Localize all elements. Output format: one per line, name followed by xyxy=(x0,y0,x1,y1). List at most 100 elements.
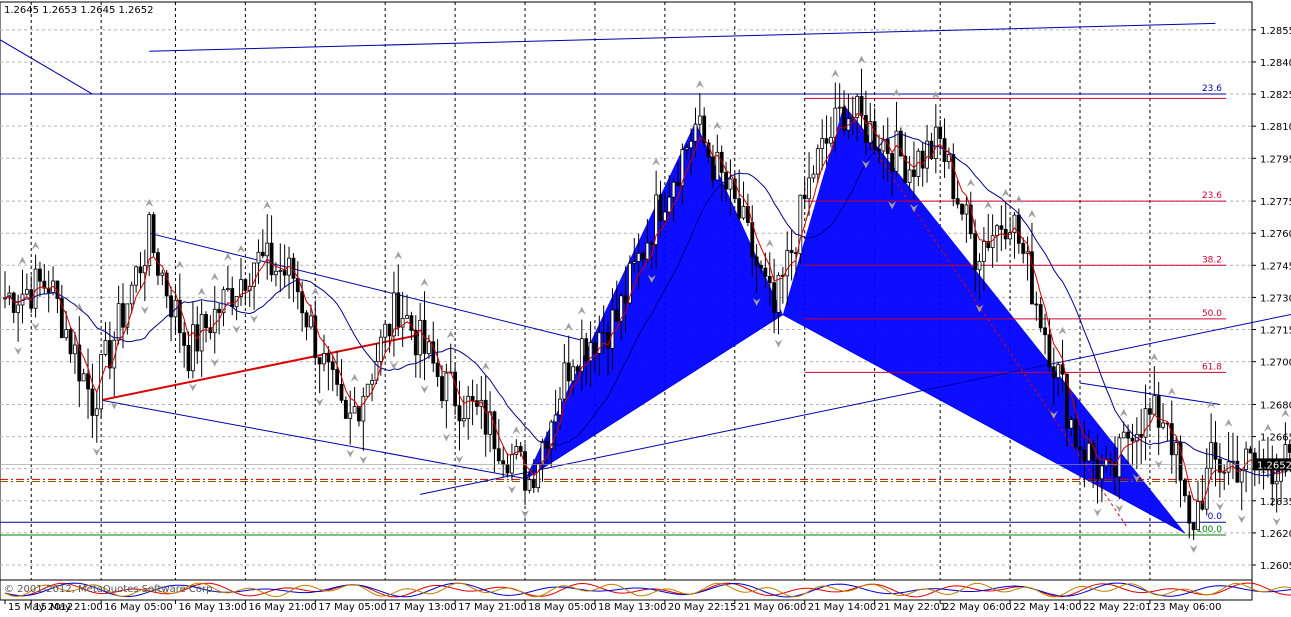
candle-body xyxy=(496,448,501,462)
price-tick-label: 1.2825 xyxy=(1260,90,1291,101)
candle-body xyxy=(763,267,768,277)
candle-body xyxy=(461,418,466,422)
candle-body xyxy=(24,289,29,295)
candle-body xyxy=(593,342,597,354)
candle-body xyxy=(11,292,16,313)
candle-body xyxy=(1274,480,1279,485)
candle-body xyxy=(523,451,527,491)
candle-body xyxy=(938,126,943,140)
candle-body xyxy=(300,291,305,314)
candle-body xyxy=(531,479,536,489)
candle-body xyxy=(693,123,698,142)
candle-body xyxy=(357,406,361,422)
candle-body xyxy=(1051,366,1056,379)
candle-body xyxy=(383,323,388,338)
candle-body xyxy=(308,315,313,328)
candle-body xyxy=(1239,469,1244,483)
candle-body xyxy=(536,463,541,489)
candle-body xyxy=(1034,303,1039,306)
candle-body xyxy=(1056,364,1061,379)
candle-body xyxy=(999,225,1004,230)
candle-body xyxy=(440,376,444,402)
time-tick-label: 17 May 05:00 xyxy=(318,602,387,613)
candle-body xyxy=(649,242,654,245)
candle-body xyxy=(204,314,208,329)
candle-body xyxy=(562,362,567,400)
candle-body xyxy=(667,196,672,213)
candle-body xyxy=(256,251,261,264)
candle-body xyxy=(558,398,562,416)
candle-body xyxy=(877,148,881,152)
time-tick-label: 18 May 13:00 xyxy=(598,602,667,613)
candle-body xyxy=(1069,419,1074,429)
candle-body xyxy=(977,260,982,271)
fib-level-label: 61.8 xyxy=(1202,362,1222,372)
fib-level-label: 23.6 xyxy=(1202,84,1222,94)
candle-body xyxy=(186,344,191,372)
candle-body xyxy=(912,169,916,177)
price-tick-label: 1.2840 xyxy=(1260,58,1291,69)
candle-body xyxy=(243,279,248,291)
candle-body xyxy=(960,203,964,215)
chart-area[interactable]: 1.2855 1.2840 1.2825 1.2810 1.2795 1.2775 1.27… xyxy=(0,0,1291,613)
time-tick-label: 20 May 22:15 xyxy=(668,602,737,613)
candle-body xyxy=(435,362,440,377)
candle-body xyxy=(601,332,606,334)
candle-body xyxy=(1126,431,1130,439)
candle-body xyxy=(1073,419,1078,448)
time-tick-label: 22 May 14:00 xyxy=(1013,602,1082,613)
candle-body xyxy=(1082,449,1087,462)
fib-level-label: 38.2 xyxy=(1202,255,1222,265)
candle-body xyxy=(623,295,628,304)
candle-body xyxy=(933,126,938,159)
candle-body xyxy=(86,373,90,390)
candle-body xyxy=(1047,334,1052,368)
candle-body xyxy=(829,136,833,144)
candle-body xyxy=(492,411,497,450)
candle-body xyxy=(955,198,960,205)
time-tick-label: 17 May 21:00 xyxy=(458,602,527,613)
candle-body xyxy=(265,242,270,257)
candle-body xyxy=(973,233,978,271)
candle-body xyxy=(789,250,794,254)
candle-body xyxy=(291,257,296,279)
fractal-up-arrow xyxy=(1263,423,1272,432)
fib-level-label: 23.6 xyxy=(1202,191,1222,201)
candle-body xyxy=(1021,242,1026,254)
candle-body xyxy=(269,242,274,276)
candle-body xyxy=(322,352,326,365)
candle-body xyxy=(470,396,475,402)
candle-body xyxy=(142,265,147,274)
candle-body xyxy=(737,198,742,219)
candle-body xyxy=(1248,448,1253,454)
candle-body xyxy=(1016,214,1021,244)
time-tick-label: 22 May 06:00 xyxy=(943,602,1012,613)
price-chart[interactable]: 1.2855 1.2840 1.2825 1.2810 1.2795 1.2775 1.27… xyxy=(0,0,1291,613)
candle-body xyxy=(335,369,340,385)
candle-body xyxy=(1222,471,1227,474)
candle-body xyxy=(990,235,995,249)
candle-body xyxy=(339,383,344,401)
candle-body xyxy=(444,372,449,402)
candle-body xyxy=(850,117,855,120)
price-tick-label: 1.2730 xyxy=(1260,293,1291,304)
candle-body xyxy=(566,362,571,382)
candle-body xyxy=(348,412,353,419)
candle-body xyxy=(514,446,519,455)
candle-body xyxy=(151,214,156,254)
price-tick-label: 1.2635 xyxy=(1260,497,1291,508)
candle-body xyxy=(1130,437,1135,442)
candle-body xyxy=(820,138,825,150)
candle-body xyxy=(1099,465,1104,480)
candle-body xyxy=(352,406,357,414)
candle-body xyxy=(16,304,21,313)
candle-body xyxy=(260,251,265,257)
candle-body xyxy=(811,173,816,179)
candle-body xyxy=(73,344,77,355)
candle-body xyxy=(64,329,69,339)
candle-body xyxy=(191,324,195,372)
candle-body xyxy=(842,106,846,131)
candle-body xyxy=(1148,408,1152,415)
price-tick-label: 1.2795 xyxy=(1260,154,1291,165)
candle-body xyxy=(772,282,777,313)
